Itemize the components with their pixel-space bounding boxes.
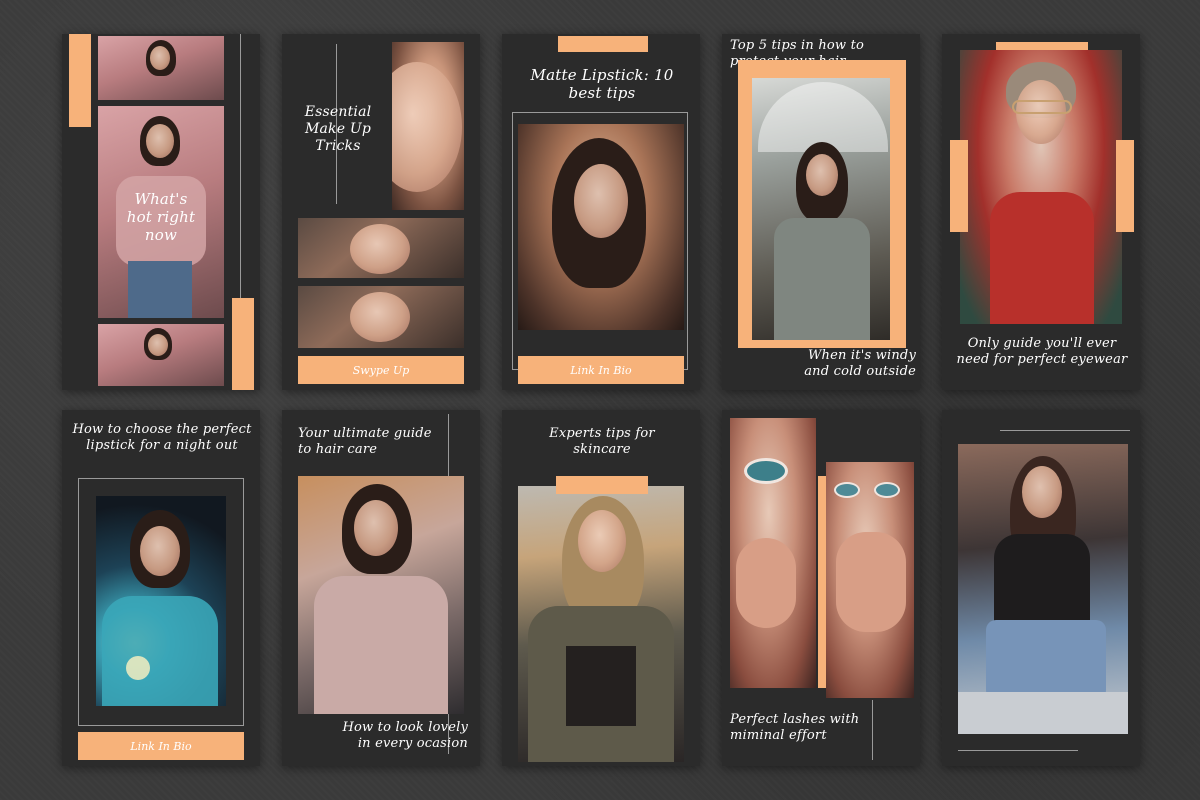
photo-main bbox=[298, 476, 464, 714]
top-tag bbox=[556, 476, 648, 494]
story-card-skincare[interactable]: Experts tips for skincare bbox=[502, 410, 700, 766]
accent-bar-bottom bbox=[232, 298, 254, 390]
divider-line bbox=[872, 700, 873, 760]
card-caption: Perfect lashes with miminal effort bbox=[730, 712, 860, 743]
story-card-denim[interactable] bbox=[942, 410, 1140, 766]
photo-main bbox=[518, 124, 684, 330]
card-title: Matte Lipstick: 10 best tips bbox=[530, 66, 674, 102]
card-title: Your ultimate guide to hair care bbox=[298, 426, 432, 457]
card-caption: How to look lovely in every ocasion bbox=[342, 720, 468, 751]
story-card-protect-hair[interactable]: Top 5 tips in how to protect your hair W… bbox=[722, 34, 920, 390]
photo-left bbox=[730, 418, 816, 688]
accent-bar bbox=[818, 476, 826, 688]
photo-right bbox=[826, 462, 914, 698]
photo-top bbox=[98, 36, 224, 100]
photo-main bbox=[958, 444, 1128, 734]
card-title: What's hot right now bbox=[126, 190, 196, 244]
link-in-bio-button[interactable]: Link In Bio bbox=[518, 356, 684, 384]
story-card-matte-lipstick[interactable]: Matte Lipstick: 10 best tips Link In Bio bbox=[502, 34, 700, 390]
story-card-lashes[interactable]: Perfect lashes with miminal effort bbox=[722, 410, 920, 766]
story-card-hair-care[interactable]: Your ultimate guide to hair care How to … bbox=[282, 410, 480, 766]
story-card-perfect-lipstick[interactable]: How to choose the perfect lipstick for a… bbox=[62, 410, 260, 766]
divider-line-top bbox=[1000, 430, 1130, 431]
story-card-eyewear[interactable]: Only guide you'll ever need for perfect … bbox=[942, 34, 1140, 390]
photo-eye-closeup bbox=[392, 42, 464, 210]
card-title: How to choose the perfect lipstick for a… bbox=[72, 422, 252, 453]
story-card-whats-hot[interactable]: What's hot right now bbox=[62, 34, 260, 390]
accent-bar-right bbox=[1116, 140, 1134, 232]
card-title: Experts tips for skincare bbox=[549, 426, 655, 457]
photo-main bbox=[752, 78, 890, 340]
swype-up-button[interactable]: Swype Up bbox=[298, 356, 464, 384]
photo-main bbox=[960, 50, 1122, 324]
photo-bottom bbox=[98, 324, 224, 386]
link-in-bio-button[interactable]: Link In Bio bbox=[78, 732, 244, 760]
card-caption: When it's windy and cold outside bbox=[804, 348, 916, 379]
photo-main bbox=[518, 486, 684, 762]
photo-main bbox=[96, 496, 226, 706]
top-tag bbox=[558, 36, 648, 52]
divider-line-bottom bbox=[958, 750, 1078, 751]
accent-bar-left bbox=[950, 140, 968, 232]
photo-middle bbox=[298, 218, 464, 278]
card-caption: Only guide you'll ever need for perfect … bbox=[956, 336, 1128, 367]
card-title: Essential Make Up Tricks bbox=[304, 104, 372, 154]
story-card-make-up[interactable]: Essential Make Up Tricks Swype Up bbox=[282, 34, 480, 390]
photo-lower bbox=[298, 286, 464, 348]
accent-bar-top bbox=[69, 34, 91, 127]
